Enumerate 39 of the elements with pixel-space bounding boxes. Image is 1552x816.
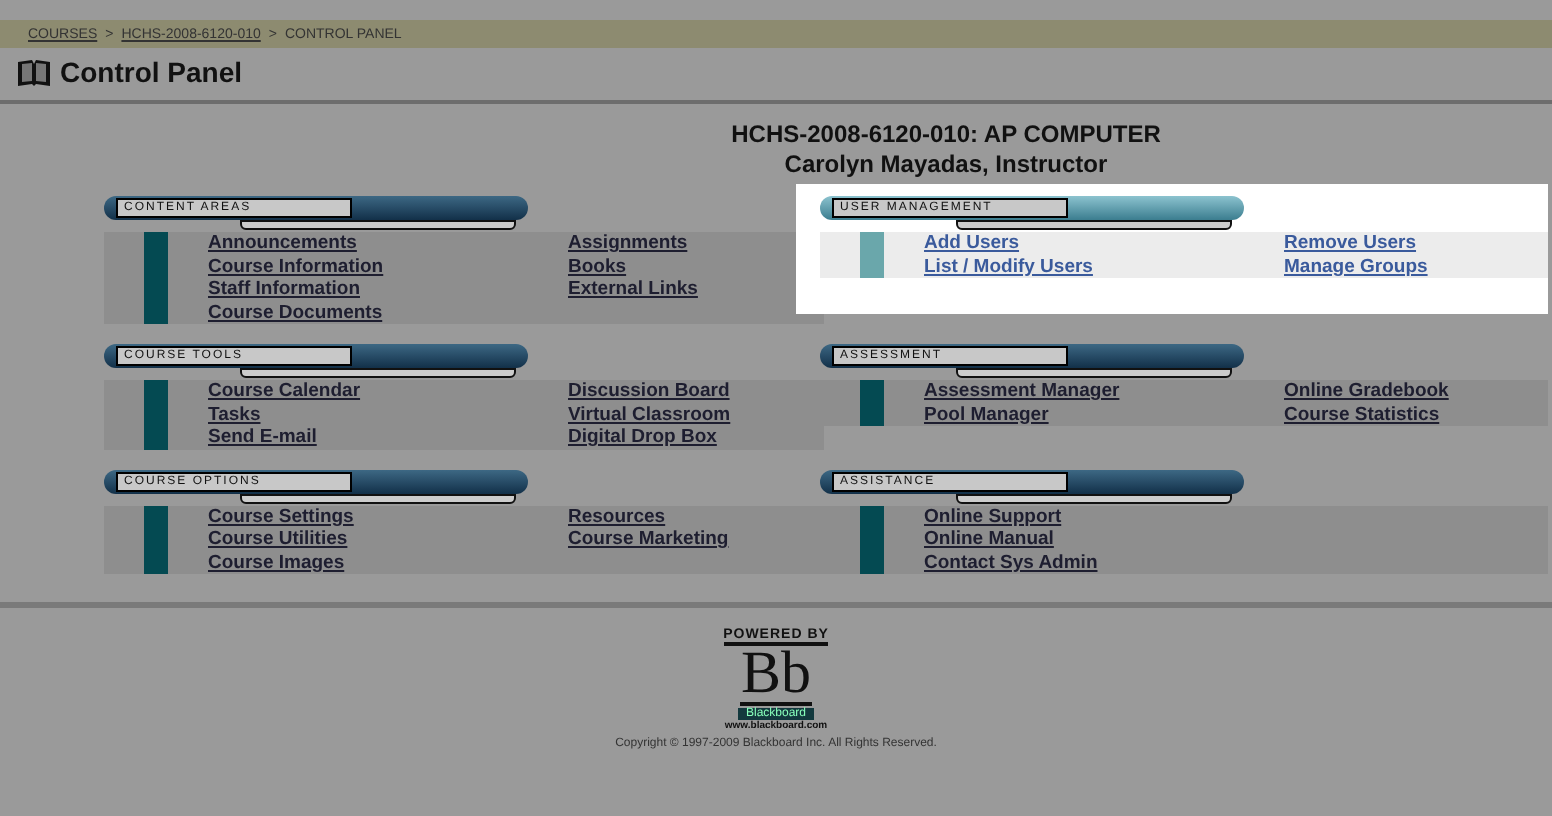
section-bar	[860, 505, 884, 574]
section-link[interactable]: Contact Sys Admin	[924, 551, 1098, 574]
section-link[interactable]: Announcements	[208, 232, 568, 255]
page-title: Control Panel	[60, 56, 243, 88]
instructor-name: Carolyn Mayadas, Instructor	[782, 150, 1110, 180]
section-link[interactable]: External Links	[568, 278, 698, 301]
section-link[interactable]: List / Modify Users	[924, 255, 1284, 278]
section-link[interactable]: Assignments	[568, 232, 698, 255]
section-bar	[860, 380, 884, 426]
section-link[interactable]: Pool Manager	[924, 403, 1284, 426]
course-title: HCHS-2008-6120-010: AP COMPUTER	[729, 120, 1163, 150]
section-link[interactable]: Course Settings	[208, 505, 568, 528]
section-bar	[144, 380, 168, 449]
section-link[interactable]: Online Gradebook	[1284, 380, 1449, 403]
section-link[interactable]: Send E-mail	[208, 426, 568, 449]
section-link[interactable]: Course Images	[208, 551, 568, 574]
section-link[interactable]: Resources	[568, 505, 729, 528]
section-link[interactable]: Remove Users	[1284, 232, 1428, 255]
section-link[interactable]: Course Calendar	[208, 380, 568, 403]
section-link[interactable]: Books	[568, 255, 698, 278]
section-link[interactable]: Discussion Board	[568, 380, 731, 403]
section-link[interactable]: Course Statistics	[1284, 403, 1449, 426]
section-link[interactable]: Digital Drop Box	[568, 426, 731, 449]
section-bar	[144, 505, 168, 574]
section-link[interactable]: Add Users	[924, 232, 1284, 255]
book-icon	[16, 57, 52, 87]
section-link[interactable]: Course Marketing	[568, 528, 729, 551]
section-link[interactable]: Tasks	[208, 403, 568, 426]
section-link[interactable]: Virtual Classroom	[568, 403, 731, 426]
section-link[interactable]: Course Documents	[208, 301, 568, 324]
section-link[interactable]: Course Information	[208, 255, 568, 278]
section-bar	[144, 232, 168, 324]
section-link[interactable]: Manage Groups	[1284, 255, 1428, 278]
section-link[interactable]: Assessment Manager	[924, 380, 1284, 403]
section-link[interactable]: Staff Information	[208, 278, 568, 301]
section-bar	[860, 232, 884, 278]
section-link[interactable]: Online Manual	[924, 528, 1098, 551]
section-link[interactable]: Online Support	[924, 505, 1098, 528]
section-link[interactable]: Course Utilities	[208, 528, 568, 551]
